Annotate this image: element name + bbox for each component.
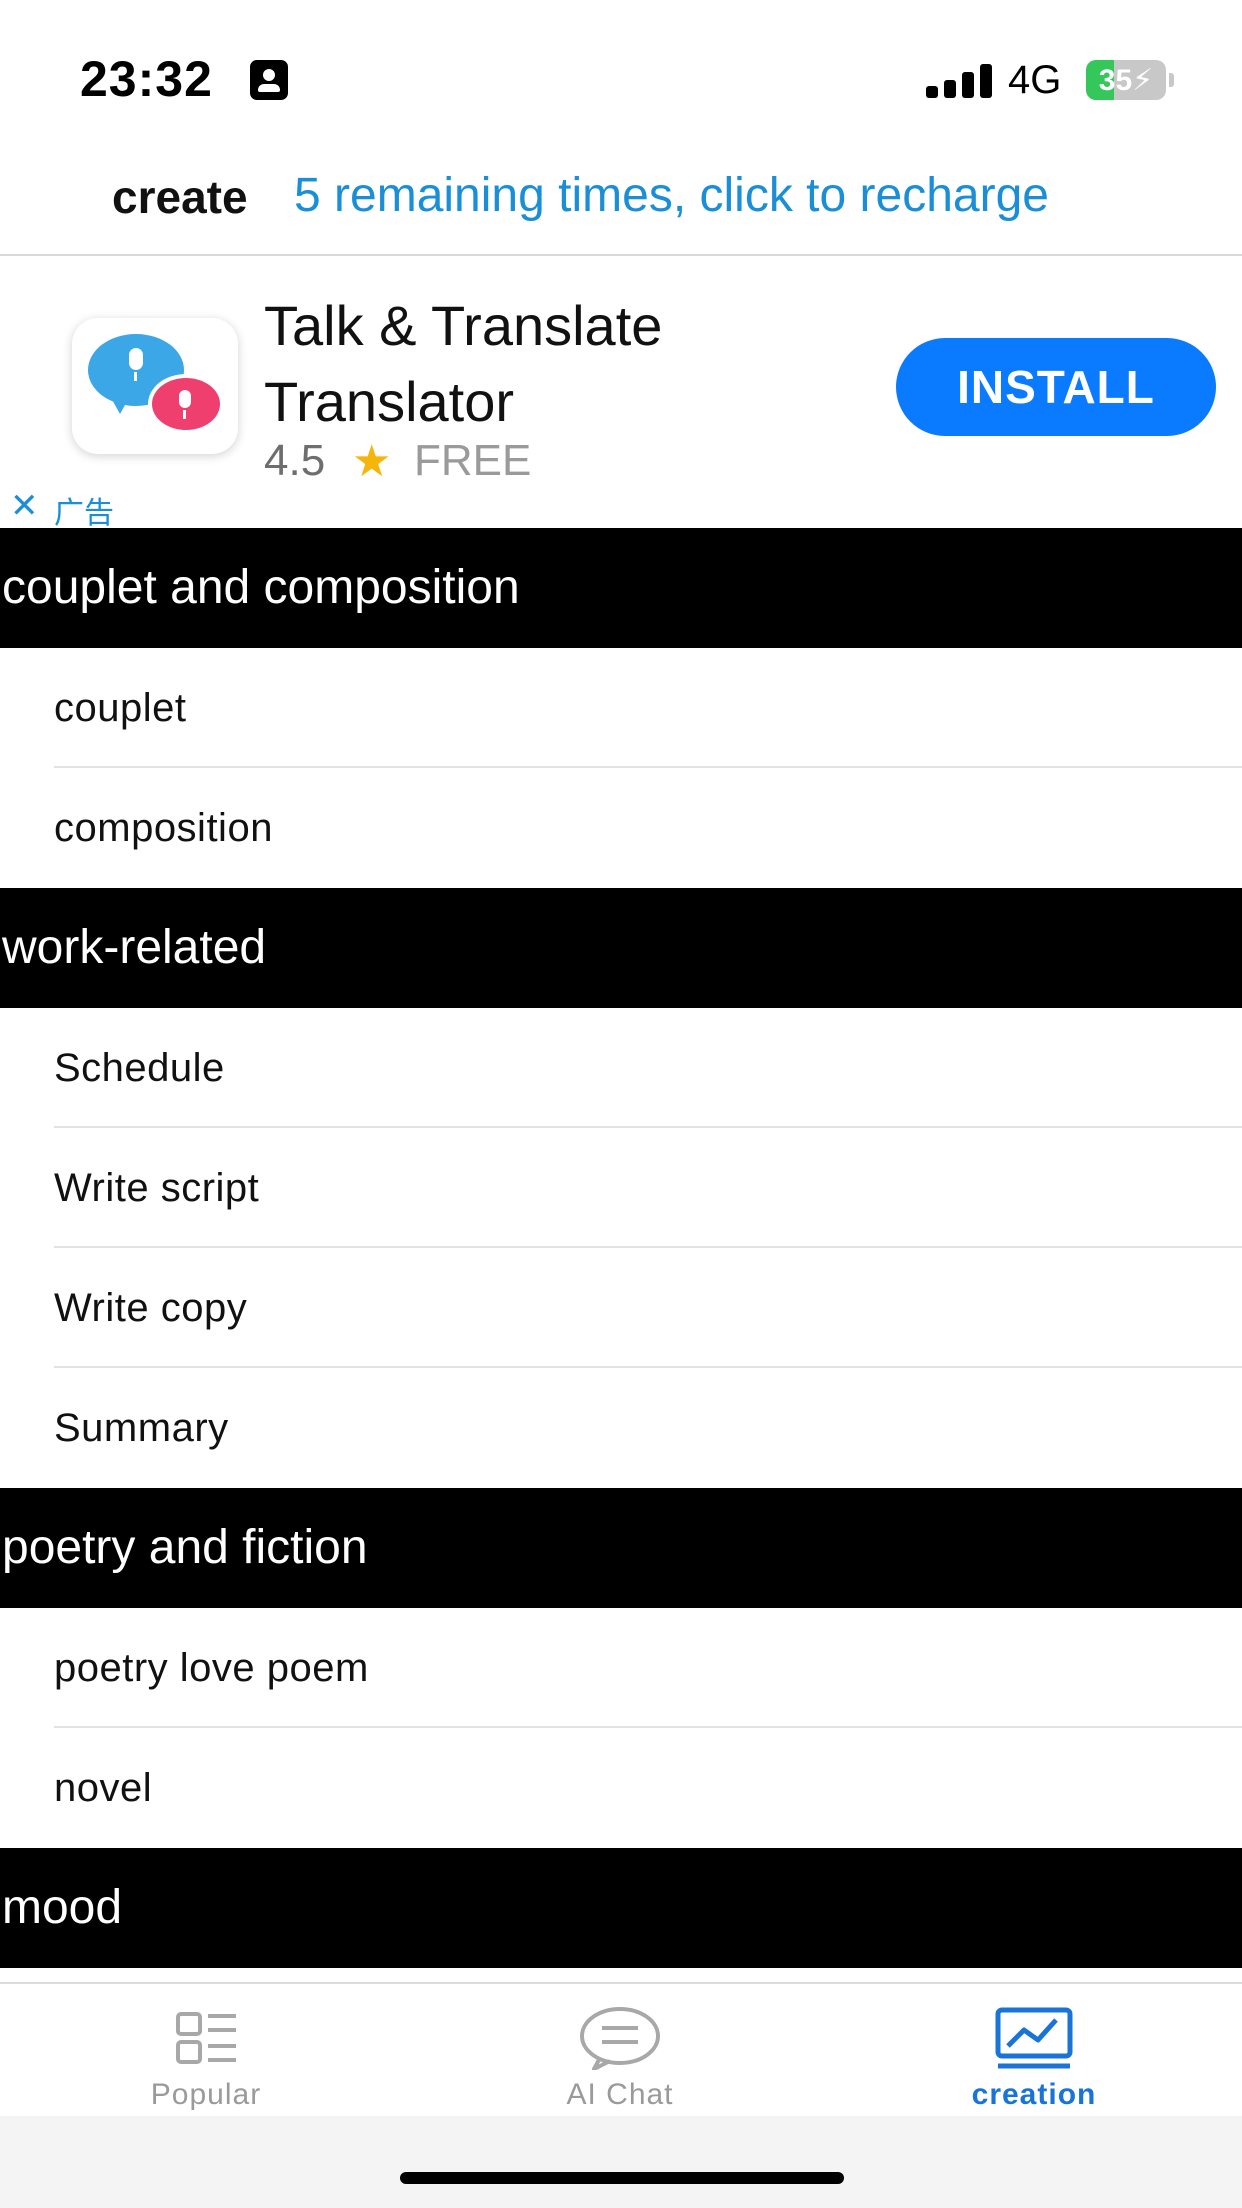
recharge-link[interactable]: 5 remaining times, click to recharge <box>294 168 1049 223</box>
tab-ai-chat[interactable]: AI Chat <box>470 1984 770 2118</box>
mic-stand <box>183 410 186 419</box>
page-header: create 5 remaining times, click to recha… <box>0 140 1242 256</box>
list-item-label: Summary <box>54 1406 229 1450</box>
section-header: mood <box>0 1848 1242 1968</box>
list-item-label: poetry love poem <box>54 1646 369 1690</box>
category-list: couplet and composition couplet composit… <box>0 528 1242 1968</box>
list-item-label: composition <box>54 806 273 850</box>
tab-popular[interactable]: Popular <box>56 1984 356 2118</box>
tab-label: Popular <box>150 2078 262 2111</box>
tab-label: creation <box>971 2078 1097 2111</box>
section-header: poetry and fiction <box>0 1488 1242 1608</box>
list-item[interactable]: novel <box>0 1728 1242 1848</box>
tab-label: AI Chat <box>566 2078 674 2111</box>
list-item-label: Write script <box>54 1166 260 1210</box>
list-item-label: novel <box>54 1766 153 1810</box>
list-item-label: couplet <box>54 686 187 730</box>
chat-bubble-icon <box>580 2007 660 2070</box>
ad-rating: 4.5 <box>264 436 326 485</box>
section-header: work-related <box>0 888 1242 1008</box>
close-icon[interactable]: ✕ <box>10 486 39 526</box>
list-item[interactable]: composition <box>0 768 1242 888</box>
network-type: 4G <box>1008 58 1062 102</box>
list-item-label: Schedule <box>54 1046 225 1090</box>
battery-cap <box>1169 73 1174 87</box>
section-header: couplet and composition <box>0 528 1242 648</box>
pink-bubble <box>148 374 224 434</box>
chart-icon <box>995 2007 1073 2069</box>
status-bar: 23:32 4G 35⚡ <box>0 0 1242 140</box>
ad-label: 广告 <box>54 497 114 530</box>
battery-percent: 35⚡ <box>1098 64 1154 97</box>
star-icon: ★ <box>352 437 392 486</box>
tab-bar: Popular AI Chat creation <box>0 1982 1242 2116</box>
mic-stand <box>134 372 137 381</box>
page-title: create <box>112 171 248 223</box>
home-area <box>0 2116 1242 2208</box>
ad-title[interactable]: Talk & Translate Translator <box>264 288 884 440</box>
list-item[interactable]: poetry love poem <box>0 1608 1242 1728</box>
list-item[interactable]: Write copy <box>0 1248 1242 1368</box>
home-indicator[interactable] <box>400 2172 844 2184</box>
contact-card-icon <box>250 60 288 100</box>
tab-creation[interactable]: creation <box>884 1984 1184 2118</box>
install-button[interactable]: INSTALL <box>896 338 1216 436</box>
list-item[interactable]: Write script <box>0 1128 1242 1248</box>
ad-banner[interactable]: Talk & Translate Translator 4.5 ★ FREE I… <box>0 258 1242 530</box>
blue-bubble-tail <box>110 396 130 414</box>
list-item[interactable]: Summary <box>0 1368 1242 1488</box>
list-icon <box>176 2012 236 2064</box>
signal-icon <box>926 62 992 98</box>
mic-icon <box>129 348 143 370</box>
list-item[interactable]: Schedule <box>0 1008 1242 1128</box>
battery-charging-icon: 35⚡ <box>1086 60 1166 100</box>
ad-price: FREE <box>414 436 532 485</box>
status-time: 23:32 <box>80 51 213 107</box>
talk-translate-app-icon[interactable] <box>72 318 238 454</box>
list-item[interactable]: couplet <box>0 648 1242 768</box>
list-item-label: Write copy <box>54 1286 248 1330</box>
mic-icon <box>179 390 191 408</box>
